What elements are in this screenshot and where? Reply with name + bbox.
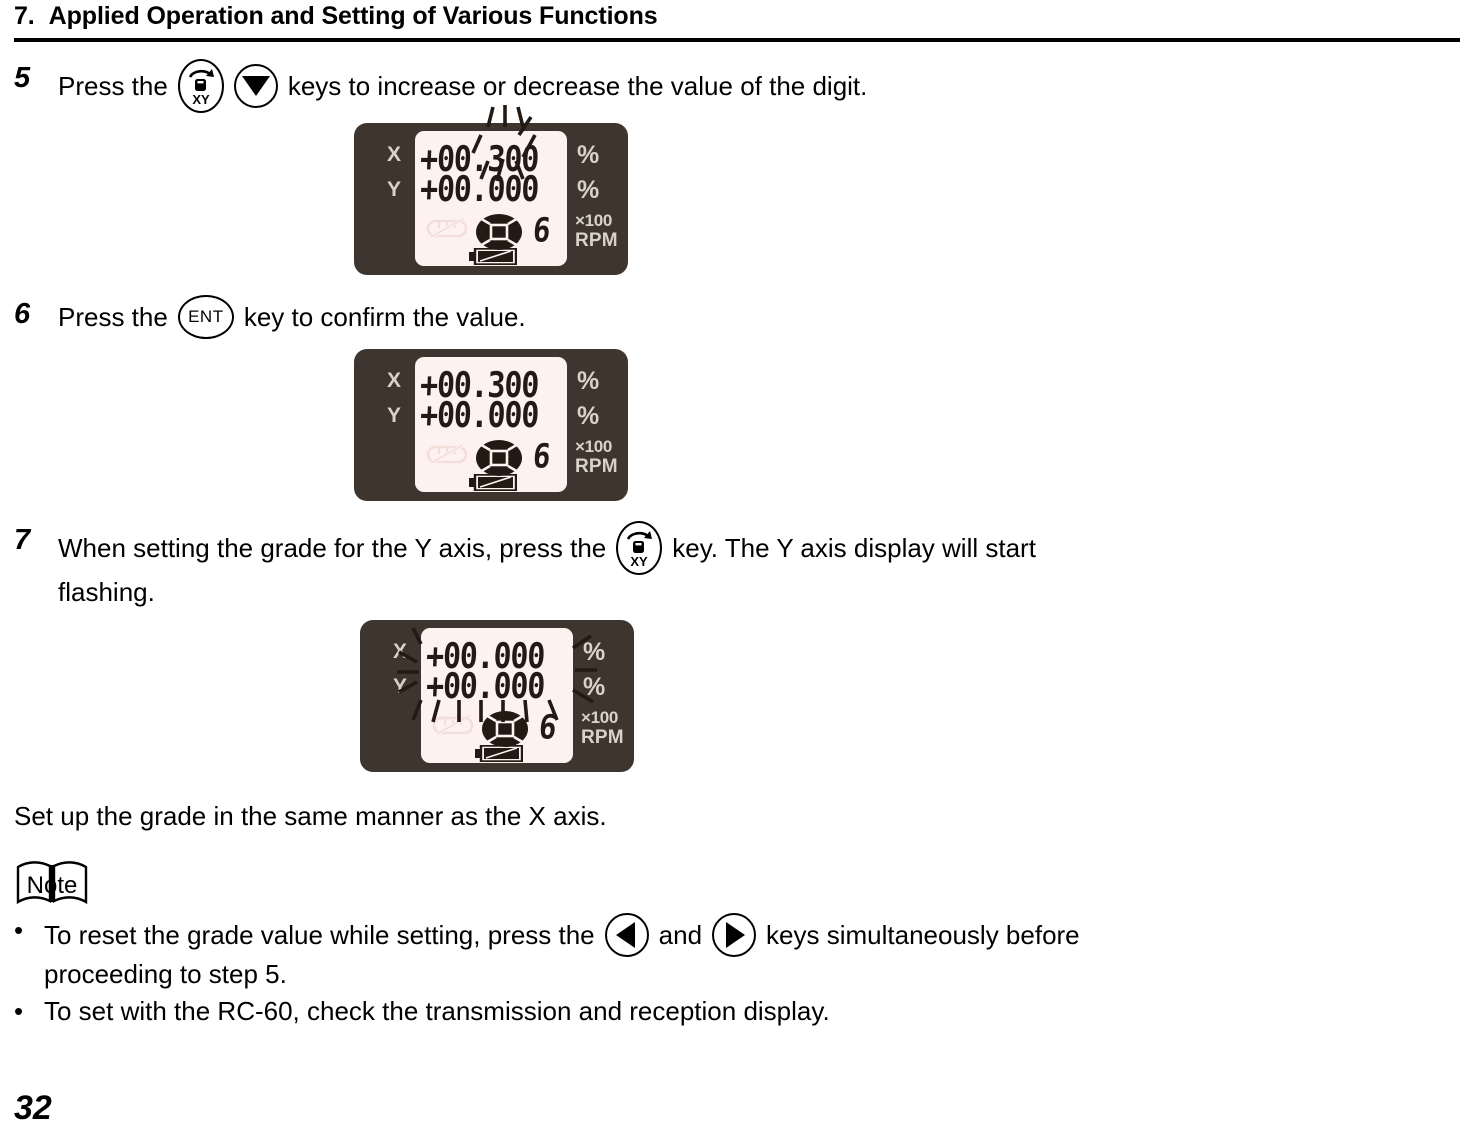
note-1-conjunction: and xyxy=(658,920,703,951)
lcd-step6-multiplier: ×100 xyxy=(575,437,613,456)
battery-icon xyxy=(475,744,523,762)
lcd-step5-unit-x: % xyxy=(577,141,600,169)
step-5: 5 Press the XY keys to increase or decre… xyxy=(14,59,1460,113)
note-icon-wrap: Note xyxy=(14,861,90,907)
step-7-text-after: key. The Y axis display will start xyxy=(672,532,1036,563)
note-1-part2: keys simultaneously before xyxy=(766,920,1080,951)
summary-paragraph: Set up the grade in the same manner as t… xyxy=(14,800,607,831)
step-5-text-before: Press the xyxy=(58,70,168,101)
lcd-step6-x-label: X xyxy=(387,369,402,392)
lcd-step5-screen: X Y +00.300 +00.000 % % ×100 RPM 6 xyxy=(387,105,618,266)
step-5-number: 5 xyxy=(14,62,31,94)
lcd-step5-rpm-label: RPM xyxy=(575,230,618,251)
chapter-header: 7. Applied Operation and Setting of Vari… xyxy=(14,0,1460,31)
lcd-step7-unit-y: % xyxy=(583,672,606,701)
lcd-step6-rpm-value: 6 xyxy=(531,436,553,476)
lcd-step6-wrap: X Y +00.300 +00.000 % % ×100 RPM 6 xyxy=(14,341,1460,507)
step-6-number: 6 xyxy=(14,298,31,330)
laser-off-icon xyxy=(432,714,474,736)
note-bullet-2: • To set with the RC-60, check the trans… xyxy=(14,994,1460,1029)
lcd-step5-y-label: Y xyxy=(387,178,402,201)
header-divider xyxy=(14,38,1460,42)
page-number: 32 xyxy=(14,1089,52,1127)
note-bullet-1: • To reset the grade value while setting… xyxy=(14,913,1460,992)
lcd-step7-y-label: Y xyxy=(393,674,408,698)
lcd-step7: X Y +00.000 +00.000 % % ×100 RPM 6 xyxy=(360,619,634,772)
down-arrow-key-icon[interactable] xyxy=(233,64,278,108)
lcd-step6-screen: X Y +00.300 +00.000 % % ×100 RPM 6 xyxy=(387,357,618,492)
battery-icon xyxy=(469,248,517,265)
triangle-right-icon xyxy=(726,922,746,949)
step-7-number: 7 xyxy=(14,524,31,556)
ent-key-label: ENT xyxy=(188,306,224,326)
right-arrow-key-icon[interactable] xyxy=(712,913,757,958)
step-5-text-after: keys to increase or decrease the value o… xyxy=(287,70,868,101)
lcd-step5-rpm-value: 6 xyxy=(531,210,553,250)
note-1-part1: To reset the grade value while setting, … xyxy=(44,920,595,951)
note-label-text: Note xyxy=(27,872,78,899)
lcd-step5: X Y +00.300 +00.000 % % ×100 RPM 6 xyxy=(354,105,628,275)
manual-page: 7. Applied Operation and Setting of Vari… xyxy=(0,0,1474,1132)
note-1-line2: proceeding to step 5. xyxy=(44,959,287,990)
lcd-step6-y-label: Y xyxy=(387,404,402,427)
note-bullet-marker-2: • xyxy=(14,995,24,1026)
lcd-step5-multiplier: ×100 xyxy=(575,211,613,230)
xy-key-icon[interactable]: XY xyxy=(177,59,224,113)
lcd-step7-unit-x: % xyxy=(583,637,606,666)
chapter-number: 7. xyxy=(14,2,35,30)
lcd-step5-x-label: X xyxy=(387,143,402,166)
triangle-left-icon xyxy=(615,922,635,949)
lcd-step7-rpm-value: 6 xyxy=(537,707,559,747)
svg-text:XY: XY xyxy=(631,554,649,569)
step-7: 7 When setting the grade for the Y axis,… xyxy=(14,521,1460,610)
xy-key-icon[interactable]: XY xyxy=(616,521,663,575)
laser-off-icon xyxy=(426,217,468,239)
rotor-icon xyxy=(476,214,522,250)
rotor-icon xyxy=(476,440,522,476)
note-2-text: To set with the RC-60, check the transmi… xyxy=(44,995,830,1026)
lcd-step6-rpm-label: RPM xyxy=(575,456,618,477)
lcd-step5-wrap: X Y +00.300 +00.000 % % ×100 RPM 6 xyxy=(14,105,1460,281)
rotor-icon xyxy=(482,710,528,747)
step-6-text-before: Press the xyxy=(58,301,168,332)
step-7-text-line2: flashing. xyxy=(58,577,155,607)
xy-key-glyph: XY xyxy=(188,69,214,107)
lcd-step7-x-label: X xyxy=(393,639,408,663)
svg-text:XY: XY xyxy=(192,92,210,107)
step-6: 6 Press the ENT key to confirm the value… xyxy=(14,295,1460,339)
lcd-step7-y-value: +00.000 xyxy=(425,665,546,707)
chapter-title: Applied Operation and Setting of Various… xyxy=(48,2,658,30)
lcd-step6-unit-y: % xyxy=(577,402,600,430)
battery-icon xyxy=(469,474,517,491)
note-bullet-marker-1: • xyxy=(14,915,24,946)
lcd-step7-wrap: X Y +00.000 +00.000 % % ×100 RPM 6 xyxy=(14,612,1460,778)
lcd-step6: X Y +00.300 +00.000 % % ×100 RPM 6 xyxy=(354,349,628,501)
lcd-step6-y-value: +00.000 xyxy=(419,395,540,437)
lcd-step5-unit-y: % xyxy=(577,176,600,204)
ent-key-icon[interactable]: ENT xyxy=(177,295,234,339)
note-book-icon: Note xyxy=(16,861,88,905)
triangle-down-icon xyxy=(241,76,270,96)
step-6-text-after: key to confirm the value. xyxy=(243,301,526,332)
lcd-step7-multiplier: ×100 xyxy=(581,707,619,727)
lcd-step6-unit-x: % xyxy=(577,367,600,395)
lcd-step7-rpm-label: RPM xyxy=(581,726,624,748)
left-arrow-key-icon[interactable] xyxy=(604,913,649,958)
laser-off-icon xyxy=(426,443,468,465)
step-7-text-before: When setting the grade for the Y axis, p… xyxy=(58,532,607,563)
lcd-step5-y-value: +00.000 xyxy=(419,169,540,211)
lcd-step7-screen: X Y +00.000 +00.000 % % ×100 RPM 6 xyxy=(393,626,624,763)
xy-key-glyph: XY xyxy=(627,531,653,569)
